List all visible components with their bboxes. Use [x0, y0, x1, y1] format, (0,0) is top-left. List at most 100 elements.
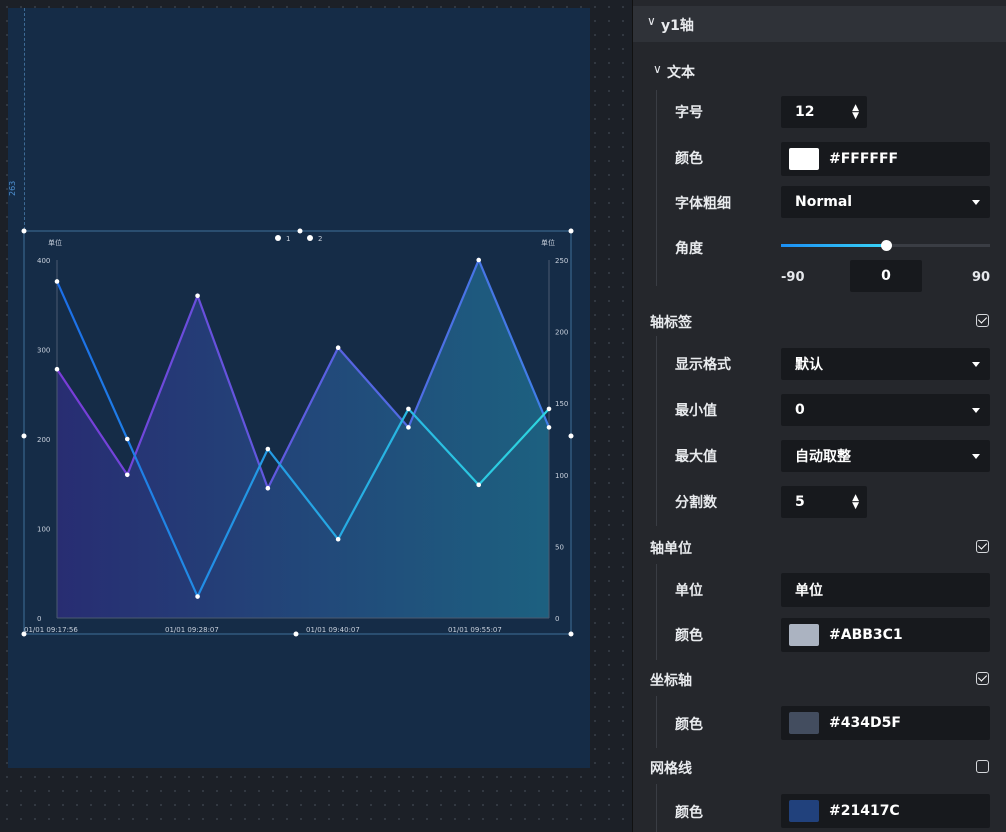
- tree-guide: [656, 336, 657, 526]
- x-tick-label: 01/01 09:55:07: [448, 626, 502, 634]
- axis-color-value: #434D5F: [829, 715, 901, 731]
- angle-label: 角度: [675, 241, 703, 257]
- grid-color-picker[interactable]: #21417C: [781, 794, 990, 828]
- x-tick-label: 01/01 09:40:07: [306, 626, 360, 634]
- tree-guide: [656, 90, 657, 286]
- resize-handle: [568, 631, 574, 637]
- section-text-title: 文本: [667, 65, 695, 81]
- resize-handle: [21, 631, 27, 637]
- section-grid-title: 网格线: [650, 761, 692, 777]
- text-color-value: #FFFFFF: [829, 151, 899, 167]
- legend-marker: [275, 235, 281, 241]
- y-right-tick-label: 0: [555, 615, 559, 623]
- section-coord-axis-title: 坐标轴: [650, 673, 692, 689]
- axis-unit-checkbox[interactable]: [976, 540, 989, 553]
- unit-input[interactable]: 单位: [781, 573, 990, 607]
- grid-checkbox[interactable]: [976, 760, 989, 773]
- unit-label: 单位: [675, 583, 703, 599]
- unit-color-value: #ABB3C1: [829, 627, 903, 643]
- resize-handle: [568, 433, 574, 439]
- series-1-point: [476, 257, 482, 263]
- y-right-tick-label: 50: [555, 543, 564, 551]
- series-2-point: [54, 279, 60, 284]
- resize-handle: [21, 433, 27, 439]
- y-left-tick-label: 200: [37, 436, 50, 444]
- tree-guide: [656, 696, 657, 748]
- splits-stepper[interactable]: 5 ▲ ▼: [781, 486, 867, 518]
- section-axis-unit-title: 轴单位: [650, 541, 692, 557]
- unit-color-picker[interactable]: #ABB3C1: [781, 618, 990, 652]
- color-swatch[interactable]: [789, 800, 819, 822]
- chevron-down-icon: [972, 362, 980, 367]
- stepper-arrows-icon[interactable]: ▲ ▼: [852, 104, 859, 121]
- line-chart[interactable]: 0 100 200 300 400 0 50 100 150 200 250 单位 单位 01/01 09…: [0, 0, 632, 832]
- stepper-arrows-icon[interactable]: ▲ ▼: [852, 494, 859, 511]
- color-swatch[interactable]: [789, 624, 819, 646]
- series-1-point: [406, 425, 411, 430]
- series-2-point: [195, 594, 200, 599]
- angle-min: -90: [781, 270, 805, 285]
- min-value-value: 0: [795, 402, 805, 418]
- display-format-value: 默认: [795, 357, 823, 373]
- y-left-tick-label: 100: [37, 526, 50, 534]
- angle-slider[interactable]: [781, 240, 990, 252]
- slider-fill: [781, 244, 886, 247]
- coord-axis-checkbox[interactable]: [976, 672, 989, 685]
- y-left-tick-label: 300: [37, 347, 50, 355]
- slider-thumb[interactable]: [880, 240, 892, 251]
- y-left-tick-label: 0: [37, 615, 41, 623]
- y-right-tick-label: 100: [555, 472, 568, 480]
- series-1-point: [195, 293, 200, 299]
- legend-marker: [307, 235, 313, 241]
- series-2-point: [406, 406, 411, 412]
- series-1-point: [335, 345, 341, 351]
- text-color-picker[interactable]: #FFFFFF: [781, 142, 990, 176]
- font-size-value: 12: [795, 104, 815, 120]
- y-right-tick-label: 250: [555, 257, 568, 265]
- font-size-stepper[interactable]: 12 ▲ ▼: [781, 96, 867, 128]
- unit-value: 单位: [795, 583, 823, 599]
- grid-color-value: #21417C: [829, 803, 900, 819]
- series-2-point: [124, 436, 130, 442]
- max-value-label: 最大值: [675, 449, 717, 465]
- unit-color-label: 颜色: [675, 628, 703, 644]
- font-weight-select[interactable]: Normal: [781, 186, 990, 218]
- series-1-point: [265, 485, 271, 491]
- font-size-label: 字号: [675, 105, 703, 121]
- chevron-down-icon: [972, 408, 980, 413]
- section-text-header[interactable]: ∨ 文本: [633, 56, 1006, 86]
- y-right-tick-label: 200: [555, 329, 568, 337]
- x-tick-label: 01/01 09:17:56: [24, 626, 78, 634]
- section-y1axis-header[interactable]: ∨ y1轴: [633, 6, 1006, 42]
- axis-color-picker[interactable]: #434D5F: [781, 706, 990, 740]
- series-2-point: [476, 482, 482, 488]
- chevron-down-icon: ∨: [653, 62, 662, 76]
- angle-max: 90: [972, 270, 991, 285]
- series-2-point: [335, 536, 341, 542]
- color-swatch[interactable]: [789, 712, 819, 734]
- axis-label-checkbox[interactable]: [976, 314, 989, 327]
- chevron-down-icon: [972, 200, 980, 205]
- grid-color-label: 颜色: [675, 805, 703, 821]
- min-value-select[interactable]: 0: [781, 394, 990, 426]
- display-format-select[interactable]: 默认: [781, 348, 990, 380]
- section-y1axis-title: y1轴: [661, 18, 694, 34]
- min-value-label: 最小值: [675, 403, 717, 419]
- section-axis-label-title: 轴标签: [650, 315, 692, 331]
- font-weight-value: Normal: [795, 194, 853, 210]
- max-value-select[interactable]: 自动取整: [781, 440, 990, 472]
- tree-guide: [656, 564, 657, 660]
- angle-input[interactable]: 0: [850, 260, 922, 292]
- y-right-unit-label: 单位: [541, 238, 555, 247]
- series-1-area: [57, 260, 549, 618]
- y-left-unit-label: 单位: [48, 238, 62, 247]
- series-1-point: [54, 366, 60, 372]
- display-format-label: 显示格式: [675, 357, 731, 373]
- resize-handle: [293, 631, 299, 637]
- series-2-point: [265, 446, 271, 452]
- font-weight-label: 字体粗细: [675, 196, 731, 212]
- design-canvas[interactable]: 263 0 100 200 300 400 0 50 100 150 200 250 单位 单位 01/0…: [0, 0, 632, 832]
- series-2-point: [546, 406, 552, 412]
- angle-value: 0: [881, 268, 891, 284]
- color-swatch[interactable]: [789, 148, 819, 170]
